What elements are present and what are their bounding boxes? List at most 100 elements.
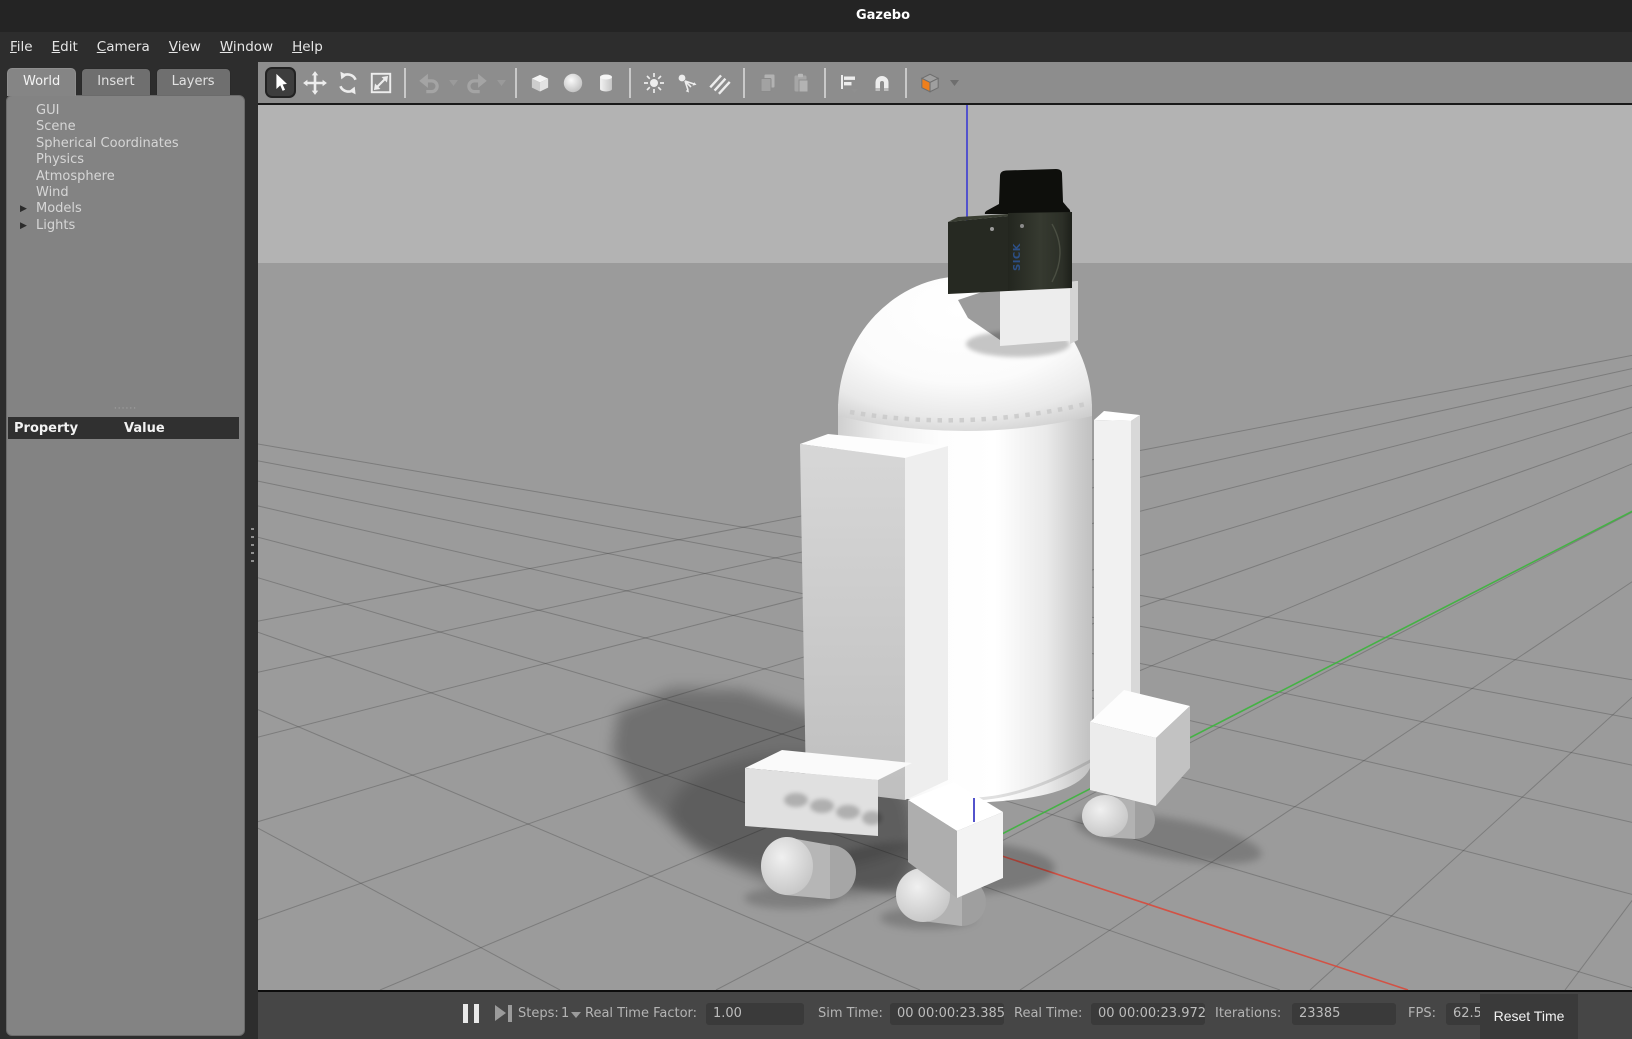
undo-history-dropdown[interactable]: [448, 69, 458, 97]
redo-button[interactable]: [463, 69, 491, 97]
lidar-screw: [1020, 224, 1024, 228]
menu-item[interactable]: Camera: [97, 39, 150, 55]
left-panel-column: WorldInsertLayers GUI Scene Spherical Co…: [0, 62, 247, 1039]
property-table-header: Property Value: [8, 417, 239, 439]
tree-item[interactable]: GUI: [7, 103, 244, 119]
tree-item[interactable]: ▶ Models: [7, 201, 244, 217]
align-icon: [837, 71, 861, 95]
reset-time-button[interactable]: Reset Time: [1480, 994, 1578, 1039]
rtf-field[interactable]: 1.00: [706, 1003, 804, 1025]
insert-box-button[interactable]: [526, 69, 554, 97]
tree-item[interactable]: Physics: [7, 152, 244, 168]
robot-left-pillar: [800, 434, 948, 800]
iterations-field[interactable]: 23385: [1292, 1003, 1396, 1025]
menu-item[interactable]: View: [169, 39, 201, 55]
select-arrow-icon: [270, 72, 292, 94]
robot-right-pillar: [1094, 411, 1140, 718]
pause-button[interactable]: [463, 1004, 479, 1023]
point-light-button[interactable]: [640, 69, 668, 97]
toolbar-separator: [905, 68, 907, 98]
undo-button[interactable]: [415, 69, 443, 97]
window-titlebar: Gazebo: [0, 0, 1632, 32]
tree-item-label: Lights: [36, 218, 75, 233]
tree-item-label: Wind: [36, 185, 69, 200]
cylinder-icon: [593, 70, 619, 96]
window-title: Gazebo: [856, 0, 910, 32]
toolbar-separator: [404, 68, 406, 98]
menu-item[interactable]: Help: [292, 39, 323, 55]
rotate-icon: [335, 70, 361, 96]
panel-tab[interactable]: World: [7, 68, 76, 96]
translate-icon: [302, 70, 328, 96]
world-panel: GUI Scene Spherical Coordinates Physics: [6, 95, 245, 1036]
toolbar-separator: [629, 68, 631, 98]
steps-label: Steps:: [518, 1006, 559, 1021]
point-light-icon: [642, 71, 666, 95]
rtf-label: Real Time Factor:: [585, 1006, 697, 1021]
lidar-side-box: [948, 216, 1008, 294]
view-angle-button[interactable]: [916, 69, 944, 97]
select-tool-button[interactable]: [265, 67, 296, 98]
splitter-grip[interactable]: [251, 528, 254, 568]
redo-icon: [464, 70, 490, 96]
tree-item[interactable]: ▶ Lights: [7, 218, 244, 234]
align-tool-button[interactable]: [835, 69, 863, 97]
property-column-header: Property: [8, 421, 124, 436]
spot-light-icon: [675, 71, 699, 95]
panel-tab[interactable]: Layers: [156, 68, 231, 96]
directional-light-button[interactable]: [706, 69, 734, 97]
value-column-header: Value: [124, 421, 165, 436]
tree-item-label: Models: [36, 201, 82, 216]
expand-arrow-icon[interactable]: ▶: [20, 218, 27, 234]
tree-item[interactable]: Scene: [7, 119, 244, 135]
sim-time-label: Sim Time:: [818, 1006, 883, 1021]
expand-arrow-icon[interactable]: ▶: [20, 201, 27, 217]
steps-dropdown-caret[interactable]: [571, 1012, 581, 1018]
magnet-icon: [870, 71, 894, 95]
steps-value[interactable]: 1: [561, 1006, 569, 1021]
undo-icon: [416, 70, 442, 96]
tree-item-label: Spherical Coordinates: [36, 136, 179, 151]
spot-light-button[interactable]: [673, 69, 701, 97]
translate-tool-button[interactable]: [301, 69, 329, 97]
copy-button[interactable]: [754, 69, 782, 97]
iterations-label: Iterations:: [1215, 1006, 1281, 1021]
simulation-statusbar: Steps: 1 Real Time Factor: 1.00 Sim Time…: [258, 990, 1632, 1039]
lidar-brand-text: SICK: [1012, 242, 1023, 271]
panel-splitter-handle[interactable]: ······: [7, 404, 244, 416]
tree-item-label: GUI: [36, 103, 59, 118]
viewport-3d[interactable]: SICK: [258, 105, 1632, 990]
box-icon: [527, 70, 553, 96]
panel-tab[interactable]: Insert: [81, 68, 150, 96]
insert-sphere-button[interactable]: [559, 69, 587, 97]
sim-time-field[interactable]: 00 00:00:23.385: [890, 1003, 1004, 1025]
menu-item[interactable]: Edit: [52, 39, 78, 55]
fps-label: FPS:: [1408, 1006, 1436, 1021]
menu-item[interactable]: File: [10, 39, 33, 55]
tree-item[interactable]: Atmosphere: [7, 169, 244, 185]
menu-item[interactable]: Window: [220, 39, 273, 55]
scene-tree: GUI Scene Spherical Coordinates Physics: [7, 96, 244, 234]
tree-item[interactable]: Wind: [7, 185, 244, 201]
scale-tool-button[interactable]: [367, 69, 395, 97]
sky: [258, 105, 1632, 263]
insert-cylinder-button[interactable]: [592, 69, 620, 97]
step-button[interactable]: [495, 1005, 512, 1022]
tree-item-label: Scene: [36, 119, 76, 134]
lidar-screw: [990, 227, 994, 231]
main-toolbar: [258, 62, 1632, 105]
render-scene: SICK: [258, 105, 1632, 990]
tree-item[interactable]: Spherical Coordinates: [7, 136, 244, 152]
copy-icon: [756, 71, 780, 95]
toolbar-separator: [824, 68, 826, 98]
real-time-field[interactable]: 00 00:00:23.972: [1091, 1003, 1205, 1025]
panel-tabs: WorldInsertLayers: [7, 68, 231, 96]
view-angle-dropdown[interactable]: [949, 69, 959, 97]
panel-viewport-splitter[interactable]: [247, 62, 258, 1039]
paste-button[interactable]: [787, 69, 815, 97]
snap-magnet-button[interactable]: [868, 69, 896, 97]
real-time-label: Real Time:: [1014, 1006, 1082, 1021]
directional-light-icon: [707, 70, 733, 96]
redo-history-dropdown[interactable]: [496, 69, 506, 97]
rotate-tool-button[interactable]: [334, 69, 362, 97]
